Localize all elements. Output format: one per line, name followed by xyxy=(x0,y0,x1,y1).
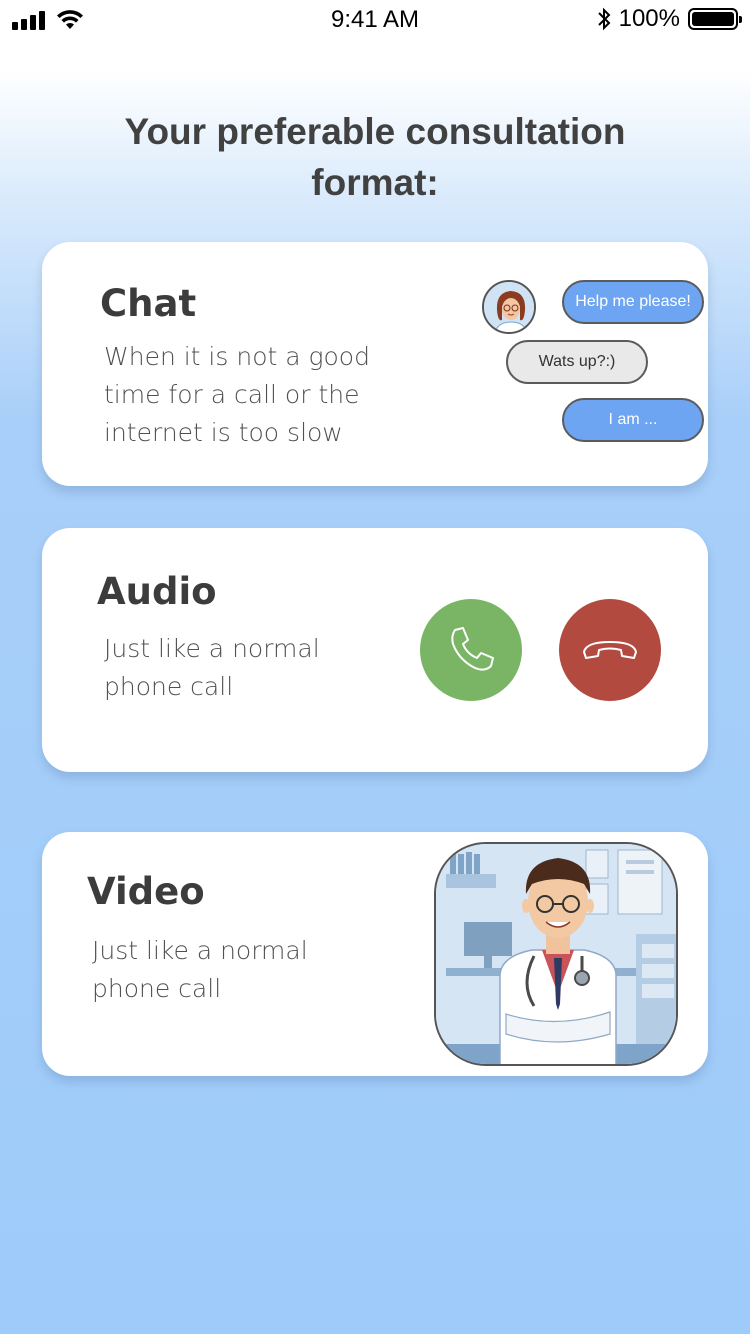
chat-bubble-patient: Help me please! xyxy=(562,280,704,324)
chat-option-card[interactable]: Chat When it is not a good time for a ca… xyxy=(42,242,708,486)
bluetooth-icon xyxy=(597,7,611,31)
video-option-card[interactable]: Video Just like a normal phone call xyxy=(42,832,708,1076)
video-title: Video xyxy=(87,870,205,913)
status-bar: 9:41 AM 100% xyxy=(0,0,750,40)
chat-description: When it is not a good time for a call or… xyxy=(104,342,370,447)
video-description: Just like a normal phone call xyxy=(92,936,308,1003)
audio-option-card[interactable]: Audio Just like a normal phone call xyxy=(42,528,708,772)
chat-bubble-patient-reply: I am ... xyxy=(562,398,704,442)
doctor-avatar-icon xyxy=(482,280,536,334)
chat-bubble-doctor: Wats up?:) xyxy=(506,340,648,384)
phone-decline-icon xyxy=(559,599,661,701)
chat-title: Chat xyxy=(100,282,197,325)
battery-icon xyxy=(688,8,742,30)
audio-description: Just like a normal phone call xyxy=(104,634,320,701)
page-title: Your preferable consultation format: xyxy=(124,111,626,203)
audio-title: Audio xyxy=(97,570,217,613)
battery-percent: 100% xyxy=(618,5,680,32)
doctor-video-preview xyxy=(434,842,678,1066)
status-right: 100% xyxy=(597,5,742,33)
phone-accept-icon xyxy=(420,599,522,701)
